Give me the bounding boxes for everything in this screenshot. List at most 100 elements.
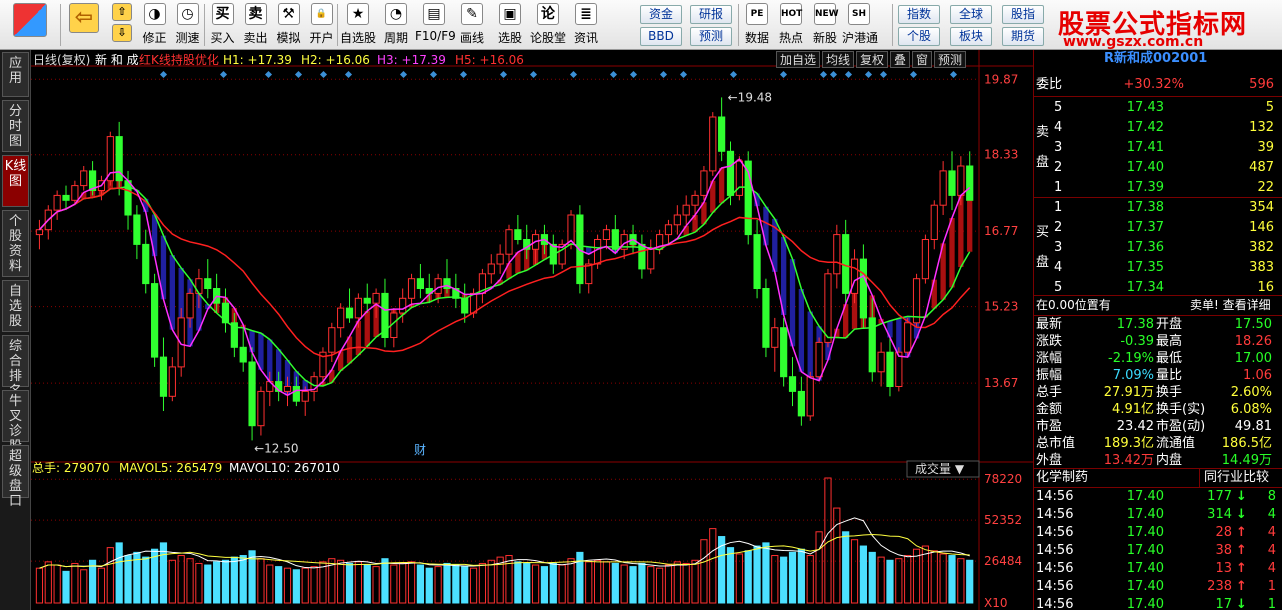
volume-bar (859, 545, 867, 604)
side-tab-5[interactable]: 综合排名 (2, 335, 29, 399)
watchlist-button[interactable]: ★ 自选股 (339, 3, 377, 48)
volume-bar (62, 570, 70, 604)
hotspot-icon: HOT (780, 3, 802, 25)
chart-btn-5[interactable]: 预测 (934, 51, 966, 68)
speedtest-button[interactable]: ◷ 测速 (171, 3, 204, 48)
open-account-button[interactable]: 🔒 开户 (305, 3, 338, 48)
data-button[interactable]: PE 数据 (740, 3, 774, 48)
chart-btn-2[interactable]: 复权 (856, 51, 888, 68)
volume-bar (292, 569, 300, 604)
chart-btn-0[interactable]: 加自选 (776, 51, 820, 68)
side-tab-0[interactable]: 应用 (2, 52, 29, 97)
simulate-button[interactable]: ⚒ 模拟 (272, 3, 305, 48)
f10-button[interactable]: ▤ F10/F9 (415, 3, 456, 48)
newstock-button[interactable]: NEW 新股 (808, 3, 842, 48)
drawline-button[interactable]: ✎ 画线 (453, 3, 491, 48)
volume-bar (726, 547, 735, 604)
tick-price: 17.40 (1126, 561, 1164, 576)
quote-header: R新和成002001 (1104, 51, 1208, 66)
side-tab-7[interactable]: 超级盘口 (2, 445, 29, 509)
small-btn-2[interactable]: BBD (640, 27, 682, 46)
book-side-label: 卖 (1036, 125, 1050, 140)
side-tab-4[interactable]: 自选股 (2, 280, 29, 332)
app-logo[interactable] (8, 3, 52, 48)
compare-button[interactable]: 同行业比较 (1199, 469, 1269, 487)
small2-btn-0[interactable]: 指数 (898, 5, 940, 24)
detail-link[interactable]: 卖单! 查看详细 (1190, 296, 1271, 314)
grid-icon (13, 3, 47, 37)
stat-value: -0.39 (1120, 334, 1154, 349)
book-level: 1 (1054, 180, 1063, 195)
buy-button[interactable]: 买买入 (206, 3, 239, 48)
small2-btn-1[interactable]: 全球 (950, 5, 992, 24)
news-button[interactable]: ≣ 资讯 (567, 3, 605, 48)
simulate-icon: ⚒ (277, 3, 300, 25)
chart-header-0: 日线(复权) (33, 53, 90, 67)
candle (904, 322, 912, 353)
vol-selector-label[interactable]: 成交量 ▼ (915, 461, 965, 476)
revise-button[interactable]: ◑ 修正 (138, 3, 171, 48)
side-tab-6[interactable]: 牛叉诊股 (2, 390, 29, 454)
chart-btn-1[interactable]: 均线 (822, 51, 854, 68)
candle (292, 386, 300, 402)
orderbook-row: 4 17.42 132 (1034, 119, 1280, 137)
small-btn-3[interactable]: 预测 (690, 27, 732, 46)
candle (345, 307, 354, 319)
candle (53, 194, 61, 211)
industry-label[interactable]: 化学制药 (1036, 469, 1088, 487)
tick-volume: 38 (1215, 543, 1232, 558)
book-side-label: 盘 (1036, 155, 1050, 170)
up-arrow-icon: ↑ (1236, 525, 1247, 540)
chart-btn-3[interactable]: 叠 (890, 51, 910, 68)
hkconnect-button[interactable]: SH 沪港通 (842, 3, 878, 48)
up-arrow-icon: ↑ (1236, 561, 1247, 576)
sell-button[interactable]: 卖卖出 (239, 3, 272, 48)
candle (257, 390, 265, 427)
stat-row: 市盈 23.42 市盈(动) 49.81 (1034, 418, 1280, 436)
stat-label: 市盈(动) (1156, 419, 1206, 434)
tick-count: 1 (1267, 597, 1276, 610)
side-tab-2[interactable]: K线图 (2, 155, 29, 207)
select-stock-button[interactable]: ▣ 选股 (491, 3, 529, 48)
price-tick: 13.67 (984, 376, 1018, 390)
hotspot-button[interactable]: HOT 热点 (774, 3, 808, 48)
volume-bar (425, 567, 433, 604)
chart-btn-4[interactable]: 窗 (912, 51, 932, 68)
sell-label: 卖出 (243, 31, 268, 45)
book-level: 1 (1054, 200, 1063, 215)
candle (35, 229, 44, 236)
revise-label: 修正 (142, 31, 167, 45)
stat-label: 换手 (1156, 385, 1183, 400)
small2-btn-4[interactable]: 板块 (950, 27, 992, 46)
up-arrow-icon[interactable]: ⇧ (112, 3, 132, 21)
small2-btn-3[interactable]: 个股 (898, 27, 940, 46)
small-btn-1[interactable]: 研报 (690, 5, 732, 24)
period-button[interactable]: ◔ 周期 (377, 3, 415, 48)
price-tick: 15.23 (984, 300, 1018, 314)
position-text: 在0.00位置有 (1036, 298, 1111, 312)
small2-btn-2[interactable]: 股指 (1002, 5, 1044, 24)
stat-label: 涨跌 (1036, 334, 1063, 349)
orderbook-row: 1 17.38 354 (1034, 199, 1280, 217)
hkconnect-icon: SH (848, 3, 870, 25)
stat-value: 17.38 (1116, 317, 1154, 332)
kline-chart[interactable]: 19.87 18.33 16.77 15.23 13.67 78220 52352 26484… (31, 50, 1033, 610)
drawline-label: 画线 (459, 31, 484, 45)
period-icon: ◔ (385, 3, 407, 25)
tick-volume: 314 (1207, 507, 1232, 522)
side-tab-1[interactable]: 分时图 (2, 100, 29, 152)
forum-button[interactable]: 论论股堂 (529, 3, 567, 48)
book-level: 5 (1054, 100, 1063, 115)
book-price: 17.41 (1126, 140, 1164, 155)
stat-row: 涨跌 -0.39 最高 18.26 (1034, 333, 1280, 351)
finance-marker[interactable]: 财 (414, 443, 426, 457)
tick-count: 4 (1267, 543, 1276, 558)
vol-tick: X10 (984, 596, 1008, 610)
small-btn-0[interactable]: 资金 (640, 5, 682, 24)
down-arrow-icon[interactable]: ⇩ (112, 24, 132, 42)
back-button[interactable]: ⇦ (66, 3, 102, 48)
forum-label: 论股堂 (529, 31, 566, 45)
updown-buttons[interactable]: ⇧ ⇩ (110, 3, 134, 48)
small2-btn-5[interactable]: 期货 (1002, 27, 1044, 46)
side-tab-3[interactable]: 个股资料 (2, 210, 29, 277)
